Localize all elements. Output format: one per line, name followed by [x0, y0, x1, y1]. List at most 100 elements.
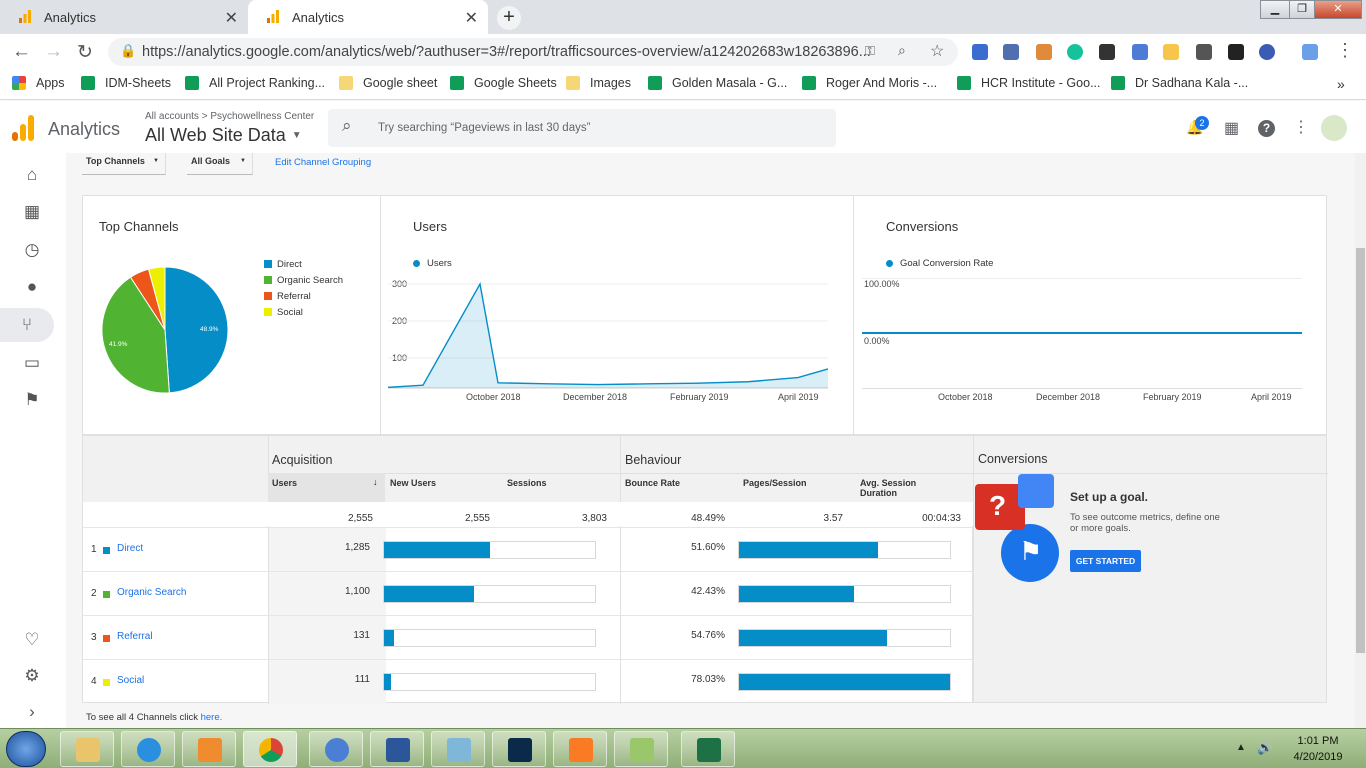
browser-tab-active[interactable]: Analytics ✕: [248, 0, 488, 34]
maximize-window-button[interactable]: ❐: [1289, 0, 1315, 19]
extension-icon[interactable]: [1228, 44, 1244, 60]
taskbar-xampp[interactable]: [553, 731, 607, 767]
bookmark-item[interactable]: Google sheet: [339, 76, 437, 90]
bounce-bar[interactable]: [738, 585, 951, 603]
bookmark-star-icon[interactable]: ☆: [930, 41, 944, 61]
bookmarks-overflow[interactable]: »: [1337, 76, 1345, 92]
volume-icon[interactable]: 🔊: [1257, 740, 1273, 756]
header-sessions[interactable]: Sessions: [507, 478, 547, 488]
legend-item[interactable]: Organic Search: [264, 272, 343, 288]
bookmark-item[interactable]: Golden Masala - G...: [648, 76, 787, 90]
extension-icon[interactable]: [1196, 44, 1212, 60]
realtime-clock-icon[interactable]: ◷: [10, 233, 54, 267]
scrollbar-thumb[interactable]: [1356, 248, 1365, 653]
pie-slice-direct[interactable]: [164, 266, 229, 394]
taskbar-chromium[interactable]: [309, 731, 363, 767]
customization-icon[interactable]: ▦: [10, 195, 54, 229]
see-all-link[interactable]: here.: [201, 712, 223, 723]
tray-expand-icon[interactable]: ▲: [1236, 742, 1246, 753]
header-users[interactable]: Users: [272, 478, 297, 488]
home-icon[interactable]: ⌂: [10, 158, 54, 192]
close-tab-icon[interactable]: ✕: [225, 8, 238, 28]
extension-icon[interactable]: [1036, 44, 1052, 60]
bookmark-item[interactable]: Google Sheets: [450, 76, 557, 90]
pie-chart[interactable]: 48.9% 41.9%: [95, 262, 235, 398]
minimize-window-button[interactable]: ▁: [1260, 0, 1290, 19]
behavior-icon[interactable]: ▭: [10, 346, 54, 380]
extension-icon[interactable]: [972, 44, 988, 60]
edit-channel-grouping-link[interactable]: Edit Channel Grouping: [275, 157, 371, 168]
header-pages-session[interactable]: Pages/Session: [743, 478, 807, 488]
expand-nav-icon[interactable]: ›: [10, 695, 54, 729]
apps-grid-icon[interactable]: ▦: [1224, 118, 1239, 138]
taskbar-explorer[interactable]: [60, 731, 114, 767]
browser-menu-icon[interactable]: ⋮: [1336, 40, 1354, 61]
discover-lightbulb-icon[interactable]: ♡: [10, 623, 54, 657]
admin-gear-icon[interactable]: ⚙: [10, 659, 54, 693]
help-icon[interactable]: ?: [1258, 120, 1275, 137]
extension-icon[interactable]: [1259, 44, 1275, 60]
conversion-rate-line[interactable]: [862, 332, 1302, 334]
channel-link[interactable]: Direct: [117, 543, 143, 554]
browser-tab[interactable]: Analytics ✕: [0, 0, 248, 34]
bounce-bar[interactable]: [738, 541, 951, 559]
header-avg-duration[interactable]: Avg. Session Duration: [860, 478, 942, 498]
account-breadcrumb[interactable]: All accounts > Psychowellness Center: [145, 111, 314, 122]
users-bar[interactable]: [383, 585, 596, 603]
channel-link[interactable]: Organic Search: [117, 587, 186, 598]
header-new-users[interactable]: New Users: [390, 478, 436, 488]
taskbar-notepadpp[interactable]: [614, 731, 668, 767]
bounce-bar[interactable]: [738, 629, 951, 647]
back-icon[interactable]: ←: [12, 41, 31, 63]
legend-item[interactable]: Social: [264, 304, 343, 320]
legend-item[interactable]: Direct: [264, 256, 343, 272]
conversions-flag-icon[interactable]: ⚑: [10, 383, 54, 417]
more-options-icon[interactable]: ⋮: [1293, 117, 1309, 137]
top-channels-dropdown[interactable]: Top Channels ▼: [82, 153, 166, 175]
search-box[interactable]: ⌕ Try searching “Pageviews in last 30 da…: [328, 109, 836, 147]
reload-icon[interactable]: ↻: [77, 41, 93, 64]
taskbar-word[interactable]: [370, 731, 424, 767]
header-bounce-rate[interactable]: Bounce Rate: [625, 478, 680, 488]
avatar[interactable]: [1321, 115, 1347, 141]
bounce-bar[interactable]: [738, 673, 951, 691]
forward-icon[interactable]: →: [44, 41, 63, 63]
clock-date[interactable]: 4/20/2019: [1286, 751, 1350, 763]
all-goals-dropdown[interactable]: All Goals ▼: [187, 153, 253, 175]
windows-start-icon[interactable]: [6, 731, 46, 767]
taskbar-app[interactable]: [431, 731, 485, 767]
close-window-button[interactable]: ✕: [1314, 0, 1362, 19]
taskbar-excel[interactable]: [681, 731, 735, 767]
address-bar[interactable]: 🔒 https://analytics.google.com/analytics…: [108, 38, 958, 66]
users-bar[interactable]: [383, 541, 596, 559]
bookmark-item[interactable]: Images: [566, 76, 631, 90]
scrollbar[interactable]: [1355, 153, 1366, 728]
users-legend[interactable]: Users: [413, 258, 452, 269]
acquisition-icon[interactable]: ⑂: [0, 308, 54, 342]
extension-icon[interactable]: [1163, 44, 1179, 60]
users-line-chart[interactable]: [388, 276, 832, 392]
legend-item[interactable]: Referral: [264, 288, 343, 304]
taskbar-media[interactable]: [182, 731, 236, 767]
sort-desc-icon[interactable]: ↓: [373, 477, 378, 487]
taskbar-chrome[interactable]: [243, 731, 297, 767]
extension-icon[interactable]: [1099, 44, 1115, 60]
extension-icon[interactable]: [1132, 44, 1148, 60]
property-selector[interactable]: All Web Site Data ▼: [145, 125, 302, 146]
bookmark-item[interactable]: Roger And Moris -...: [802, 76, 937, 90]
key-icon[interactable]: ⚿: [865, 43, 875, 59]
grammarly-icon[interactable]: [1067, 44, 1083, 60]
extension-icon[interactable]: [1003, 44, 1019, 60]
bookmark-item[interactable]: HCR Institute - Goo...: [957, 76, 1100, 90]
taskbar-photoshop[interactable]: [492, 731, 546, 767]
new-tab-button[interactable]: +: [497, 6, 521, 30]
bookmark-item[interactable]: All Project Ranking...: [185, 76, 325, 90]
taskbar-ie[interactable]: [121, 731, 175, 767]
audience-person-icon[interactable]: ●: [10, 270, 54, 304]
bookmark-item[interactable]: Dr Sadhana Kala -...: [1111, 76, 1248, 90]
url-text[interactable]: https://analytics.google.com/analytics/w…: [142, 44, 871, 60]
conversions-legend[interactable]: Goal Conversion Rate: [886, 258, 993, 269]
get-started-button[interactable]: GET STARTED: [1070, 550, 1141, 572]
users-bar[interactable]: [383, 629, 596, 647]
channel-link[interactable]: Referral: [117, 631, 153, 642]
